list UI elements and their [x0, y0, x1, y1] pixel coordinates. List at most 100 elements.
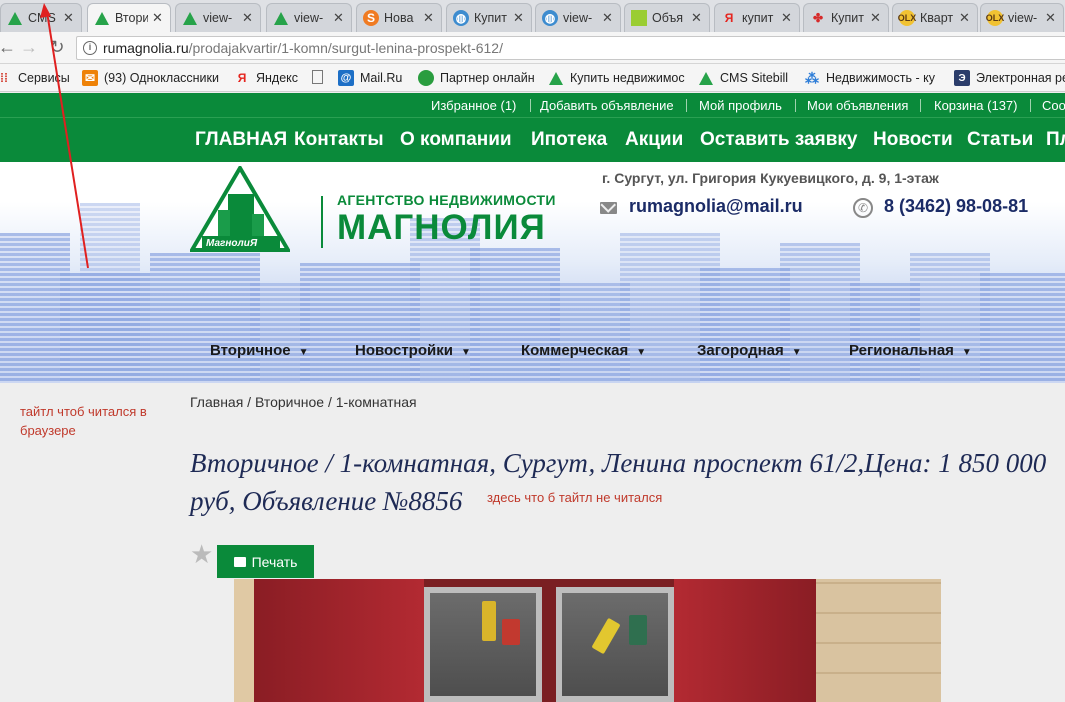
close-icon[interactable]: ✕ [513, 10, 525, 26]
link-favorites[interactable]: Избранное (1) [431, 98, 516, 113]
nav-about[interactable]: О компании [400, 129, 512, 151]
category-country[interactable]: Загородная ▼ [697, 342, 802, 359]
category-regional[interactable]: Региональная ▼ [849, 342, 972, 359]
nav-articles[interactable]: Статьи [967, 129, 1033, 151]
bookmark-services[interactable]: ⁞⁞ Сервисы [0, 70, 70, 86]
bookmark-label: Яндекс [256, 71, 299, 85]
tab-cms[interactable]: CMS ✕ [0, 3, 82, 32]
tab-view-1[interactable]: view- ✕ [175, 3, 261, 32]
bookmark-label: Mail.Ru [360, 71, 403, 85]
nav-mortgage[interactable]: Ипотека [531, 129, 607, 151]
tree-icon [548, 70, 564, 86]
category-commercial[interactable]: Коммерческая ▼ [521, 342, 646, 359]
print-button[interactable]: Печать [217, 545, 314, 578]
tab-kvart[interactable]: OLX Кварт ✕ [892, 3, 978, 32]
favorite-star-icon[interactable]: ★ [190, 541, 213, 567]
close-icon[interactable]: ✕ [959, 10, 971, 26]
url-input[interactable]: i rumagnolia.ru/prodajakvartir/1-komn/su… [76, 36, 1065, 60]
close-icon[interactable]: ✕ [152, 10, 164, 26]
link-add-listing[interactable]: Добавить объявление [540, 98, 674, 113]
tab-title: view- [1008, 11, 1038, 25]
bookmark-kupit[interactable]: Купить недвижимос [548, 70, 685, 86]
tab-view-2[interactable]: view- ✕ [266, 3, 352, 32]
close-icon[interactable]: ✕ [602, 10, 614, 26]
nav-news[interactable]: Новости [873, 129, 953, 151]
tab-title: купит [742, 11, 774, 25]
bookmark-odnoklassniki[interactable]: ✉ (93) Одноклассники [82, 70, 219, 86]
contact-email[interactable]: rumagnolia@mail.ru [629, 196, 803, 217]
bookmark-nedvizh[interactable]: ⁂ Недвижимость - ку [804, 70, 935, 86]
tab-kupit-3[interactable]: ✤ Купит ✕ [803, 3, 889, 32]
listing-photo[interactable] [234, 579, 941, 702]
bookmark-label: CMS Sitebill [720, 71, 789, 85]
annotation-title: здесь что б тайтл не читался [487, 490, 663, 505]
tab-view-4[interactable]: OLX view- ✕ [980, 3, 1064, 32]
close-icon[interactable]: ✕ [423, 10, 435, 26]
print-label: Печать [251, 553, 298, 570]
tab-kupit-1[interactable]: ◍ Купит ✕ [446, 3, 532, 32]
bookmark-mailru[interactable]: @ Mail.Ru [338, 70, 402, 86]
forward-icon[interactable]: → [18, 37, 40, 58]
tab-title: Купит [831, 11, 865, 25]
olx-icon: OLX [898, 10, 916, 26]
link-messages[interactable]: Соо [1042, 98, 1065, 113]
nav-promotions[interactable]: Акции [625, 129, 683, 151]
tab-kupit-2[interactable]: Якупит ✕ [714, 3, 800, 32]
close-icon[interactable]: ✕ [781, 10, 793, 26]
nav-home[interactable]: ГЛАВНАЯ [195, 129, 287, 151]
tab-title: view- [203, 11, 233, 25]
bookmark-cms[interactable]: CMS Sitebill [698, 70, 788, 86]
sberbank-icon [418, 70, 434, 86]
tab-title: Купит [474, 11, 508, 25]
bookmark-page[interactable] [312, 70, 329, 84]
category-secondary[interactable]: Вторичное ▼ [210, 342, 309, 359]
close-icon[interactable]: ✕ [691, 10, 703, 26]
yandex-icon: Я [237, 71, 247, 85]
photo-item [629, 615, 647, 645]
tab-nova[interactable]: S Нова ✕ [356, 3, 442, 32]
divider [530, 99, 531, 112]
tab-vtorichnoe[interactable]: Втори ✕ [87, 3, 171, 32]
annotation-left: тайтл чтоб читался в браузере [20, 404, 147, 438]
tree-icon [182, 10, 198, 26]
url-host: rumagnolia.ru [103, 40, 189, 56]
bookmark-yandex[interactable]: Я Яндекс [234, 70, 298, 86]
category-new-buildings[interactable]: Новостройки ▼ [355, 342, 471, 359]
link-profile[interactable]: Мой профиль [699, 98, 782, 113]
nav-request[interactable]: Оставить заявку [700, 129, 857, 151]
tab-title: Нова [384, 11, 414, 25]
tab-obya[interactable]: Объя ✕ [624, 3, 710, 32]
close-icon[interactable]: ✕ [1045, 10, 1057, 26]
link-my-listings[interactable]: Мои объявления [807, 98, 908, 113]
logo-name: МАГНОЛИЯ [337, 208, 546, 247]
envelope-icon [600, 202, 617, 214]
photo-glass-door [556, 587, 674, 702]
logo-badge-text: МагнолиЯ [206, 238, 258, 249]
bookmark-label: Купить недвижимос [570, 71, 685, 85]
chevron-down-icon: ▼ [460, 347, 471, 358]
close-icon[interactable]: ✕ [242, 10, 254, 26]
info-icon[interactable]: i [83, 41, 97, 55]
nav-more[interactable]: Пл [1046, 129, 1065, 151]
close-icon[interactable]: ✕ [63, 10, 75, 26]
bookmarks-bar: ⁞⁞ Сервисы ✉ (93) Одноклассники Я Яндекс @ M… [0, 64, 1065, 92]
bookmark-elektron[interactable]: Э Электронная ре [954, 70, 1065, 86]
back-icon[interactable]: ← [0, 37, 18, 58]
divider [1030, 99, 1031, 112]
contact-phone[interactable]: 8 (3462) 98-08-81 [884, 196, 1028, 217]
reload-icon[interactable]: ↻ [46, 37, 68, 58]
skyline-building [550, 283, 630, 383]
address-bar: ← → ↻ i rumagnolia.ru/prodajakvartir/1-k… [0, 32, 1065, 64]
breadcrumb[interactable]: Главная / Вторичное / 1-комнатная [190, 394, 417, 410]
bookmark-partner[interactable]: Партнер онлайн [418, 70, 535, 86]
office-address: г. Сургут, ул. Григория Кукуевицкого, д.… [602, 170, 939, 186]
tab-view-3[interactable]: ◍ view- ✕ [535, 3, 621, 32]
skyline-building [780, 243, 860, 383]
chevron-down-icon: ▼ [298, 347, 309, 358]
link-cart[interactable]: Корзина (137) [934, 98, 1017, 113]
category-label: Загородная [697, 342, 784, 359]
close-icon[interactable]: ✕ [333, 10, 345, 26]
nav-contacts[interactable]: Контакты [294, 129, 384, 151]
logo[interactable]: МагнолиЯ [188, 164, 292, 253]
close-icon[interactable]: ✕ [870, 10, 882, 26]
